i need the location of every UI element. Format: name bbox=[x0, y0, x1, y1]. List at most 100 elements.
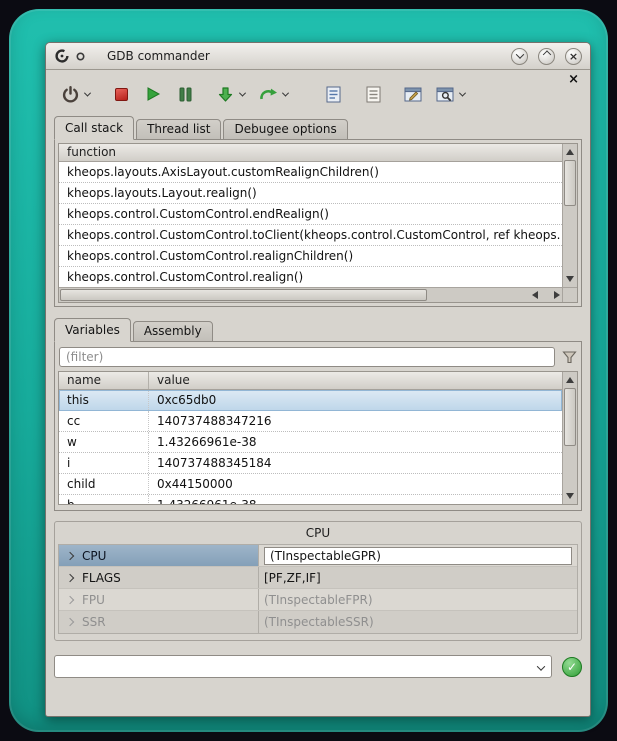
variable-row[interactable]: b 1.43266961e-38 bbox=[59, 495, 562, 504]
command-input[interactable] bbox=[55, 656, 551, 677]
cpu-tree-row[interactable]: FLAGS [PF,ZF,IF] bbox=[59, 567, 577, 589]
command-combobox[interactable] bbox=[54, 655, 552, 678]
register-group-label: CPU bbox=[82, 549, 106, 563]
tab-debugee-options[interactable]: Debugee options bbox=[223, 119, 347, 140]
power-button[interactable] bbox=[58, 80, 82, 108]
scroll-left-icon[interactable] bbox=[532, 291, 538, 299]
expander-icon[interactable] bbox=[66, 551, 74, 559]
tab-call-stack[interactable]: Call stack bbox=[54, 116, 134, 140]
power-dropdown[interactable] bbox=[82, 80, 93, 108]
callstack-frame[interactable]: kheops.control.CustomControl.realign() bbox=[59, 267, 562, 287]
scroll-down-icon[interactable] bbox=[566, 493, 574, 499]
close-button[interactable]: × bbox=[565, 48, 582, 65]
cpu-tree-row[interactable]: SSR (TInspectableSSR) bbox=[59, 611, 577, 633]
tab-thread-list[interactable]: Thread list bbox=[136, 119, 221, 140]
expander-icon[interactable] bbox=[66, 618, 74, 626]
callstack-vertical-scrollbar[interactable] bbox=[562, 144, 577, 287]
tab-variables[interactable]: Variables bbox=[54, 318, 131, 342]
stop-button[interactable] bbox=[109, 80, 133, 108]
scroll-right-icon[interactable] bbox=[554, 291, 560, 299]
register-group-label: FPU bbox=[82, 593, 105, 607]
session-dot-icon bbox=[76, 52, 85, 61]
expander-icon[interactable] bbox=[66, 573, 74, 581]
chevron-down-icon bbox=[84, 89, 91, 96]
execute-button[interactable]: ✓ bbox=[562, 657, 582, 677]
column-header-value[interactable]: value bbox=[149, 372, 562, 389]
variables-header: name value bbox=[59, 372, 562, 390]
show-log-button[interactable] bbox=[361, 80, 385, 108]
variable-row[interactable]: this 0xc65db0 bbox=[59, 390, 562, 411]
variable-row[interactable]: i 140737488345184 bbox=[59, 453, 562, 474]
variable-row[interactable]: cc 140737488347216 bbox=[59, 411, 562, 432]
step-over-icon bbox=[259, 86, 278, 102]
variable-name: b bbox=[59, 495, 149, 504]
document-list-icon bbox=[366, 86, 381, 103]
callstack-frame[interactable]: kheops.layouts.Layout.realign() bbox=[59, 183, 562, 204]
pause-button[interactable] bbox=[173, 80, 197, 108]
callstack-frame[interactable]: kheops.control.CustomControl.toClient(kh… bbox=[59, 225, 562, 246]
expander-icon[interactable] bbox=[66, 595, 74, 603]
variable-value: 0x44150000 bbox=[149, 474, 562, 494]
callstack-frame[interactable]: kheops.control.CustomControl.realignChil… bbox=[59, 246, 562, 267]
callstack-horizontal-scrollbar[interactable] bbox=[59, 287, 562, 302]
dock-close-button[interactable]: × bbox=[568, 73, 579, 86]
cpu-tree-name-cell[interactable]: SSR bbox=[59, 611, 259, 633]
filter-options-icon[interactable] bbox=[562, 350, 577, 365]
variable-name: cc bbox=[59, 411, 149, 431]
callstack-list: function kheops.layouts.AxisLayout.custo… bbox=[58, 143, 578, 303]
scroll-up-icon[interactable] bbox=[566, 377, 574, 383]
register-value-field[interactable]: (TInspectableGPR) bbox=[264, 547, 572, 565]
scrollbar-thumb[interactable] bbox=[564, 388, 576, 446]
inspect-window-button[interactable] bbox=[433, 80, 457, 108]
variables-vertical-scrollbar[interactable] bbox=[562, 372, 577, 504]
scrollbar-corner bbox=[562, 287, 577, 302]
callstack-frame[interactable]: kheops.layouts.AxisLayout.customRealignC… bbox=[59, 162, 562, 183]
variable-row[interactable]: w 1.43266961e-38 bbox=[59, 432, 562, 453]
gdb-commander-window: GDB commander × × bbox=[45, 42, 591, 717]
cpu-tree-name-cell[interactable]: FPU bbox=[59, 589, 259, 610]
titlebar[interactable]: GDB commander × bbox=[46, 43, 590, 70]
shade-button[interactable] bbox=[511, 48, 528, 65]
variable-name: w bbox=[59, 432, 149, 452]
pause-icon bbox=[178, 87, 193, 102]
play-icon bbox=[145, 86, 161, 102]
window-content: × bbox=[46, 70, 590, 716]
run-button[interactable] bbox=[141, 80, 165, 108]
scroll-arrows bbox=[532, 288, 560, 302]
column-header-name[interactable]: name bbox=[59, 372, 149, 389]
scrollbar-thumb[interactable] bbox=[60, 289, 427, 301]
filter-input[interactable] bbox=[59, 347, 555, 367]
step-into-button[interactable] bbox=[213, 80, 237, 108]
register-group-label: FLAGS bbox=[82, 571, 121, 585]
cpu-tree-name-cell[interactable]: FLAGS bbox=[59, 567, 259, 588]
variable-value: 140737488345184 bbox=[149, 453, 562, 473]
step-over-dropdown[interactable] bbox=[280, 80, 291, 108]
scroll-up-icon[interactable] bbox=[566, 149, 574, 155]
inspect-dropdown[interactable] bbox=[457, 80, 468, 108]
chevron-down-icon bbox=[239, 89, 246, 96]
edit-watchpoint-button[interactable] bbox=[401, 80, 425, 108]
scroll-down-icon[interactable] bbox=[566, 276, 574, 282]
cpu-tree-row[interactable]: CPU (TInspectableGPR) bbox=[59, 545, 577, 567]
window-edit-icon bbox=[404, 87, 422, 102]
variable-row[interactable]: child 0x44150000 bbox=[59, 474, 562, 495]
variable-value: 1.43266961e-38 bbox=[149, 432, 562, 452]
cpu-tree-name-cell[interactable]: CPU bbox=[59, 545, 259, 566]
cpu-tree-value-cell: (TInspectableFPR) bbox=[259, 589, 577, 610]
callstack-frame[interactable]: kheops.control.CustomControl.endRealign(… bbox=[59, 204, 562, 225]
step-over-button[interactable] bbox=[256, 80, 280, 108]
app-icon bbox=[54, 48, 70, 64]
cpu-tree-value-cell: (TInspectableSSR) bbox=[259, 611, 577, 633]
restore-button[interactable] bbox=[538, 48, 555, 65]
scrollbar-thumb[interactable] bbox=[564, 160, 576, 206]
cpu-group-title: CPU bbox=[58, 524, 578, 544]
callstack-column-header[interactable]: function bbox=[59, 144, 562, 162]
variables-panel: name value this 0xc65db0 cc 140737488347… bbox=[54, 341, 582, 511]
show-output-button[interactable] bbox=[321, 80, 345, 108]
cpu-tree-row[interactable]: FPU (TInspectableFPR) bbox=[59, 589, 577, 611]
tab-assembly[interactable]: Assembly bbox=[133, 321, 213, 342]
step-into-dropdown[interactable] bbox=[237, 80, 248, 108]
cpu-register-tree: CPU (TInspectableGPR) FLAGS [PF,ZF,IF] bbox=[58, 544, 578, 634]
variables-rows: this 0xc65db0 cc 140737488347216 w 1.432… bbox=[59, 390, 562, 504]
step-into-icon bbox=[217, 86, 234, 103]
